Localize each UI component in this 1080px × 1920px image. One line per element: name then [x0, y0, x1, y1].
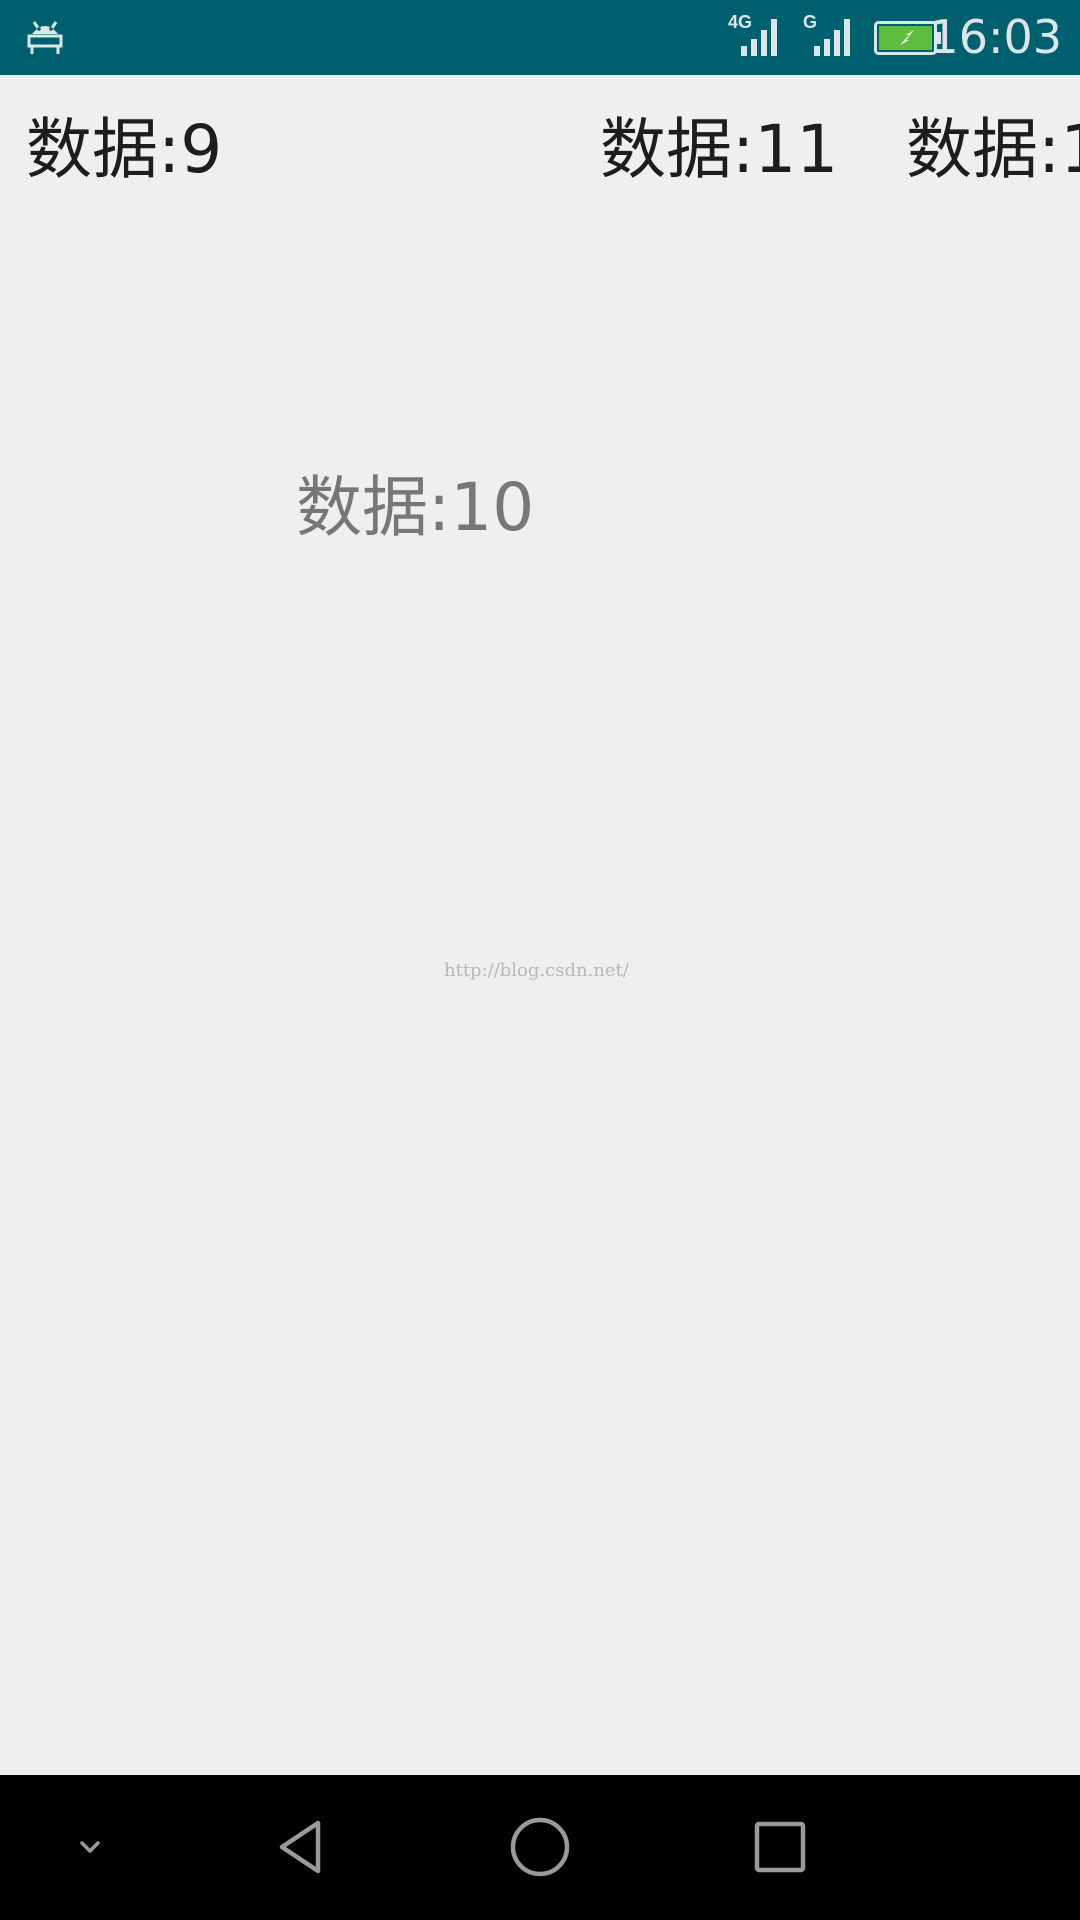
navigation-bar [0, 1775, 1080, 1920]
watermark: http://blog.csdn.net/ [444, 960, 629, 981]
carousel-item[interactable]: 数据:10 [296, 475, 534, 541]
carousel-item[interactable]: 数据:9 [26, 117, 222, 183]
recents-button[interactable] [730, 1797, 830, 1897]
hide-nav-button[interactable] [40, 1797, 140, 1897]
recents-square-icon [754, 1821, 806, 1873]
android-debug-icon [27, 21, 63, 54]
signal-4g: 4G [728, 12, 786, 60]
status-bar: 4G G 16:03 [0, 0, 1080, 75]
back-triangle-icon [279, 1820, 321, 1874]
home-circle-icon [510, 1817, 570, 1877]
back-button[interactable] [250, 1797, 350, 1897]
chevron-down-icon [80, 1841, 100, 1853]
clock: 16:03 [929, 10, 1062, 64]
signal-strength-icon [814, 19, 850, 56]
carousel-item[interactable]: 数据:11 [600, 117, 838, 183]
signal-g: G [803, 12, 861, 60]
carousel-item[interactable]: 数据:1 [906, 117, 1080, 183]
home-button[interactable] [490, 1797, 590, 1897]
signal-strength-icon [741, 19, 777, 56]
carousel-container[interactable]: 数据:9 数据:10 数据:11 数据:1 http://blog.csdn.n… [0, 75, 1080, 1775]
